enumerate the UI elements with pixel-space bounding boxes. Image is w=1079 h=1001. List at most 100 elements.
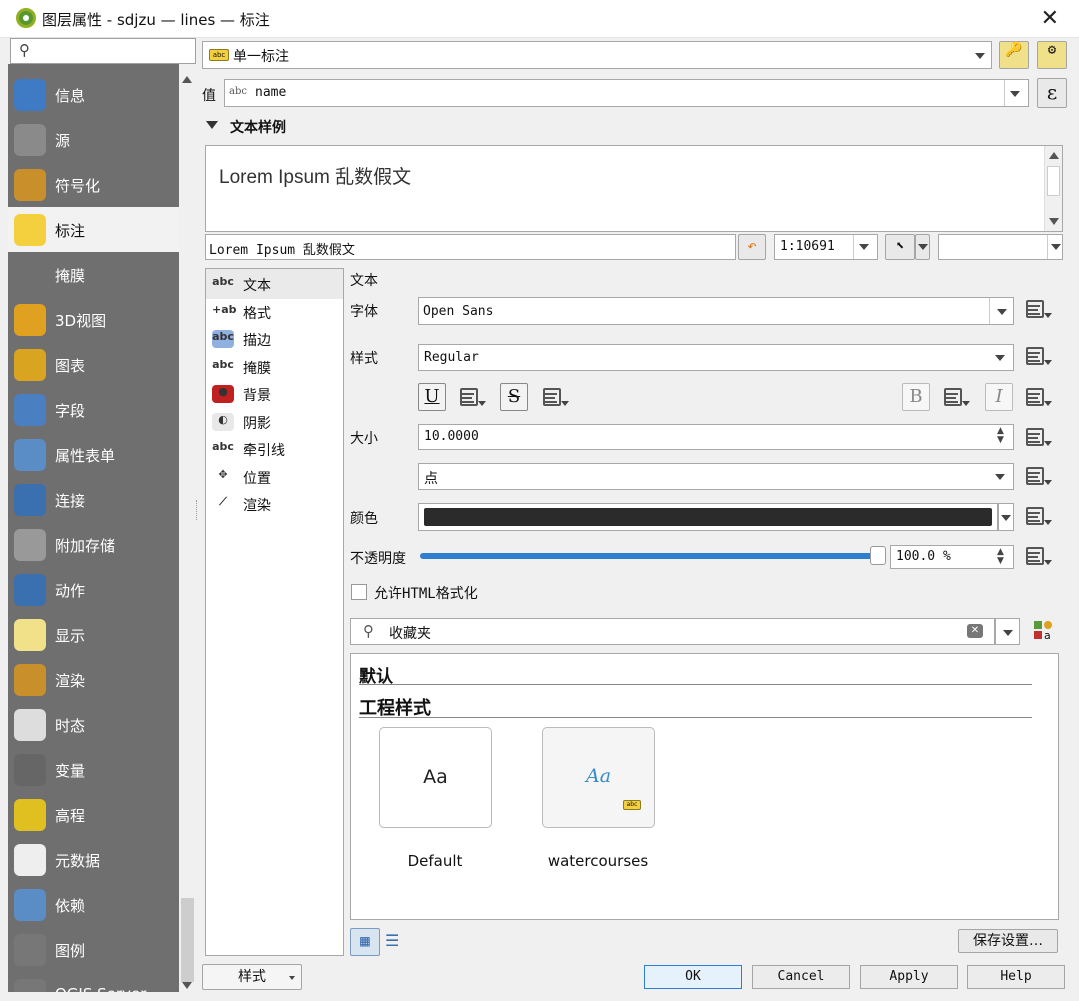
sidebar-item[interactable]: 信息	[8, 72, 179, 117]
save-settings-button[interactable]: 保存设置…	[958, 929, 1058, 953]
data-defined-override-icon[interactable]	[1024, 465, 1052, 487]
sidebar-search-input[interactable]: ⚲	[10, 38, 196, 64]
divider	[359, 684, 1032, 685]
data-defined-override-icon[interactable]	[541, 386, 569, 408]
sample-text-input[interactable]: Lorem Ipsum 乱数假文	[205, 234, 736, 260]
data-defined-override-icon[interactable]	[1024, 545, 1052, 567]
help-button[interactable]: Help	[967, 965, 1065, 989]
labeling-mode-select[interactable]: abc 单一标注	[202, 41, 992, 69]
scroll-up-icon[interactable]	[182, 76, 192, 83]
sidebar-item[interactable]: 变量	[8, 747, 179, 792]
sidebar-item[interactable]: 渲染	[8, 657, 179, 702]
collapse-icon[interactable]	[206, 121, 218, 129]
pick-canvas-button[interactable]: ⬉	[885, 234, 915, 260]
data-defined-override-icon[interactable]	[458, 386, 486, 408]
favorites-search-input[interactable]: ⚲ 收藏夹 ✕	[350, 618, 995, 645]
style-menu-label: 样式	[238, 969, 266, 985]
tree-item[interactable]: abc 描边	[210, 327, 340, 353]
data-defined-override-icon[interactable]	[1024, 426, 1052, 448]
font-select[interactable]: Open Sans	[418, 297, 1014, 325]
data-defined-override-icon[interactable]	[1024, 386, 1052, 408]
sidebar-item[interactable]: 附加存储	[8, 522, 179, 567]
italic-button[interactable]: I	[985, 383, 1013, 411]
data-defined-override-icon[interactable]	[1024, 505, 1052, 527]
sidebar-item[interactable]: 连接	[8, 477, 179, 522]
sidebar-item[interactable]: 依赖	[8, 882, 179, 927]
list-view-icon[interactable]: ☰	[385, 931, 405, 951]
dd-icon-part	[545, 397, 555, 399]
reset-sample-button[interactable]: ↶	[738, 234, 766, 260]
style-manager-icon[interactable]: a	[1034, 621, 1054, 642]
sidebar-item[interactable]: 图表	[8, 342, 179, 387]
tree-item[interactable]: ✥ 位置	[210, 465, 340, 491]
cancel-button[interactable]: Cancel	[752, 965, 850, 989]
tree-item[interactable]: ◐ 阴影	[210, 410, 340, 436]
tree-item[interactable]: abc 文本	[210, 272, 340, 298]
size-unit-select[interactable]: 点	[418, 463, 1014, 490]
sidebar-item[interactable]: 标注	[8, 207, 179, 252]
join-icon	[14, 484, 46, 516]
sidebar-item[interactable]: 属性表单	[8, 432, 179, 477]
style-card-default[interactable]: Aa	[379, 727, 492, 828]
opacity-slider-handle[interactable]	[870, 546, 886, 565]
underline-button[interactable]: U	[418, 383, 446, 411]
sidebar-item[interactable]: 元数据	[8, 837, 179, 882]
expression-button[interactable]: ε	[1037, 78, 1067, 108]
html-format-checkbox[interactable]	[351, 584, 367, 600]
scale-select[interactable]: 1:10691	[774, 234, 878, 260]
sidebar-scrollbar[interactable]	[179, 70, 196, 992]
color-button[interactable]	[418, 503, 998, 531]
splitter-handle[interactable]	[196, 500, 200, 520]
sidebar-item[interactable]: 图例	[8, 927, 179, 972]
style-card-watercourses[interactable]: Aa abc	[542, 727, 655, 828]
dd-icon-part	[1028, 356, 1038, 358]
sidebar-item[interactable]: QGIS Server	[8, 972, 179, 992]
tree-item[interactable]: ⟋ 渲染	[210, 492, 340, 518]
style-name-default: Default	[407, 852, 463, 870]
scroll-thumb[interactable]	[181, 898, 194, 982]
size-spinbox[interactable]: 10.0000 ▲ ▼	[418, 424, 1014, 450]
data-defined-override-icon[interactable]	[942, 386, 970, 408]
tree-item[interactable]: +ab 格式	[210, 300, 340, 326]
close-icon[interactable]: ✕	[1041, 6, 1059, 31]
data-defined-override-icon[interactable]	[1024, 298, 1052, 320]
sidebar-item[interactable]: 符号化	[8, 162, 179, 207]
sidebar-item[interactable]: 掩膜	[8, 252, 179, 297]
sidebar-item[interactable]: 源	[8, 117, 179, 162]
label-toolbar-button[interactable]: 🔑	[999, 41, 1029, 69]
sidebar-item[interactable]: 动作	[8, 567, 179, 612]
clear-search-icon[interactable]: ✕	[967, 624, 983, 638]
rule-settings-button[interactable]: ⚙	[1037, 41, 1067, 69]
icon-view-button[interactable]: ▦	[350, 928, 380, 956]
scroll-thumb[interactable]	[1047, 166, 1060, 196]
tree-item[interactable]: abc 牵引线	[210, 437, 340, 463]
scroll-down-icon[interactable]	[1049, 218, 1059, 225]
sidebar-item[interactable]: 时态	[8, 702, 179, 747]
data-defined-override-icon[interactable]	[1024, 345, 1052, 367]
ok-button[interactable]: OK	[644, 965, 742, 989]
sidebar-item[interactable]: 显示	[8, 612, 179, 657]
color-menu[interactable]	[998, 503, 1014, 531]
sidebar-item[interactable]: 3D视图	[8, 297, 179, 342]
opacity-slider-track[interactable]	[420, 553, 878, 559]
style-select[interactable]: Regular	[418, 344, 1014, 371]
tree-item[interactable]: abc 掩膜	[210, 355, 340, 381]
strikethrough-button[interactable]: S	[500, 383, 528, 411]
value-field-select[interactable]: abc name	[224, 79, 1029, 107]
scroll-down-icon[interactable]	[182, 982, 192, 989]
sidebar-item[interactable]: 字段	[8, 387, 179, 432]
pick-canvas-menu[interactable]	[915, 234, 930, 260]
favorites-filter-menu[interactable]	[995, 618, 1020, 645]
tree-item[interactable]: ● 背景	[210, 382, 340, 408]
opacity-spinbox[interactable]: 100.0 % ▲ ▼	[890, 545, 1014, 569]
bold-button[interactable]: B	[902, 383, 930, 411]
spin-arrows-icon[interactable]: ▲ ▼	[997, 548, 1004, 566]
scroll-up-icon[interactable]	[1049, 152, 1059, 159]
divider	[359, 717, 1032, 718]
preview-scrollbar[interactable]	[1044, 146, 1062, 231]
apply-button[interactable]: Apply	[860, 965, 958, 989]
style-menu-button[interactable]: 样式	[202, 964, 302, 990]
sidebar-item[interactable]: 高程	[8, 792, 179, 837]
spin-arrows-icon[interactable]: ▲ ▼	[997, 427, 1004, 445]
background-color-select[interactable]	[938, 234, 1063, 260]
